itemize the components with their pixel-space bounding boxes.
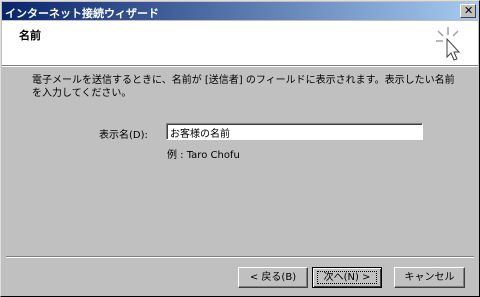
button-divider xyxy=(6,256,474,258)
next-button[interactable]: 次へ(N) > xyxy=(312,267,382,288)
display-name-label: 表示名(D): xyxy=(99,130,148,141)
wizard-icon xyxy=(436,27,461,61)
focus-rectangle xyxy=(317,271,377,284)
wizard-window: インターネット接続ウィザード ✕ 名前 電子メールを送信するときに、名前が [送… xyxy=(0,0,480,297)
title-bar[interactable]: インターネット接続ウィザード ✕ xyxy=(2,2,478,20)
header-divider xyxy=(2,66,478,67)
description-text: 電子メールを送信するときに、名前が [送信者] のフィールドに表示されます。表示… xyxy=(32,75,455,99)
back-button[interactable]: < 戻る(B) xyxy=(238,267,308,288)
page-title: 名前 xyxy=(19,29,41,42)
display-name-field[interactable]: お客様の名前 xyxy=(166,123,423,140)
window-title: インターネット接続ウィザード xyxy=(5,7,159,20)
wizard-header: 名前 xyxy=(2,21,478,66)
close-icon: ✕ xyxy=(464,4,474,17)
cancel-button[interactable]: キャンセル xyxy=(394,267,465,288)
display-name-value: お客様の名前 xyxy=(170,129,230,140)
close-button[interactable]: ✕ xyxy=(460,4,476,18)
example-text: 例 : Taro Chofu xyxy=(167,150,240,161)
